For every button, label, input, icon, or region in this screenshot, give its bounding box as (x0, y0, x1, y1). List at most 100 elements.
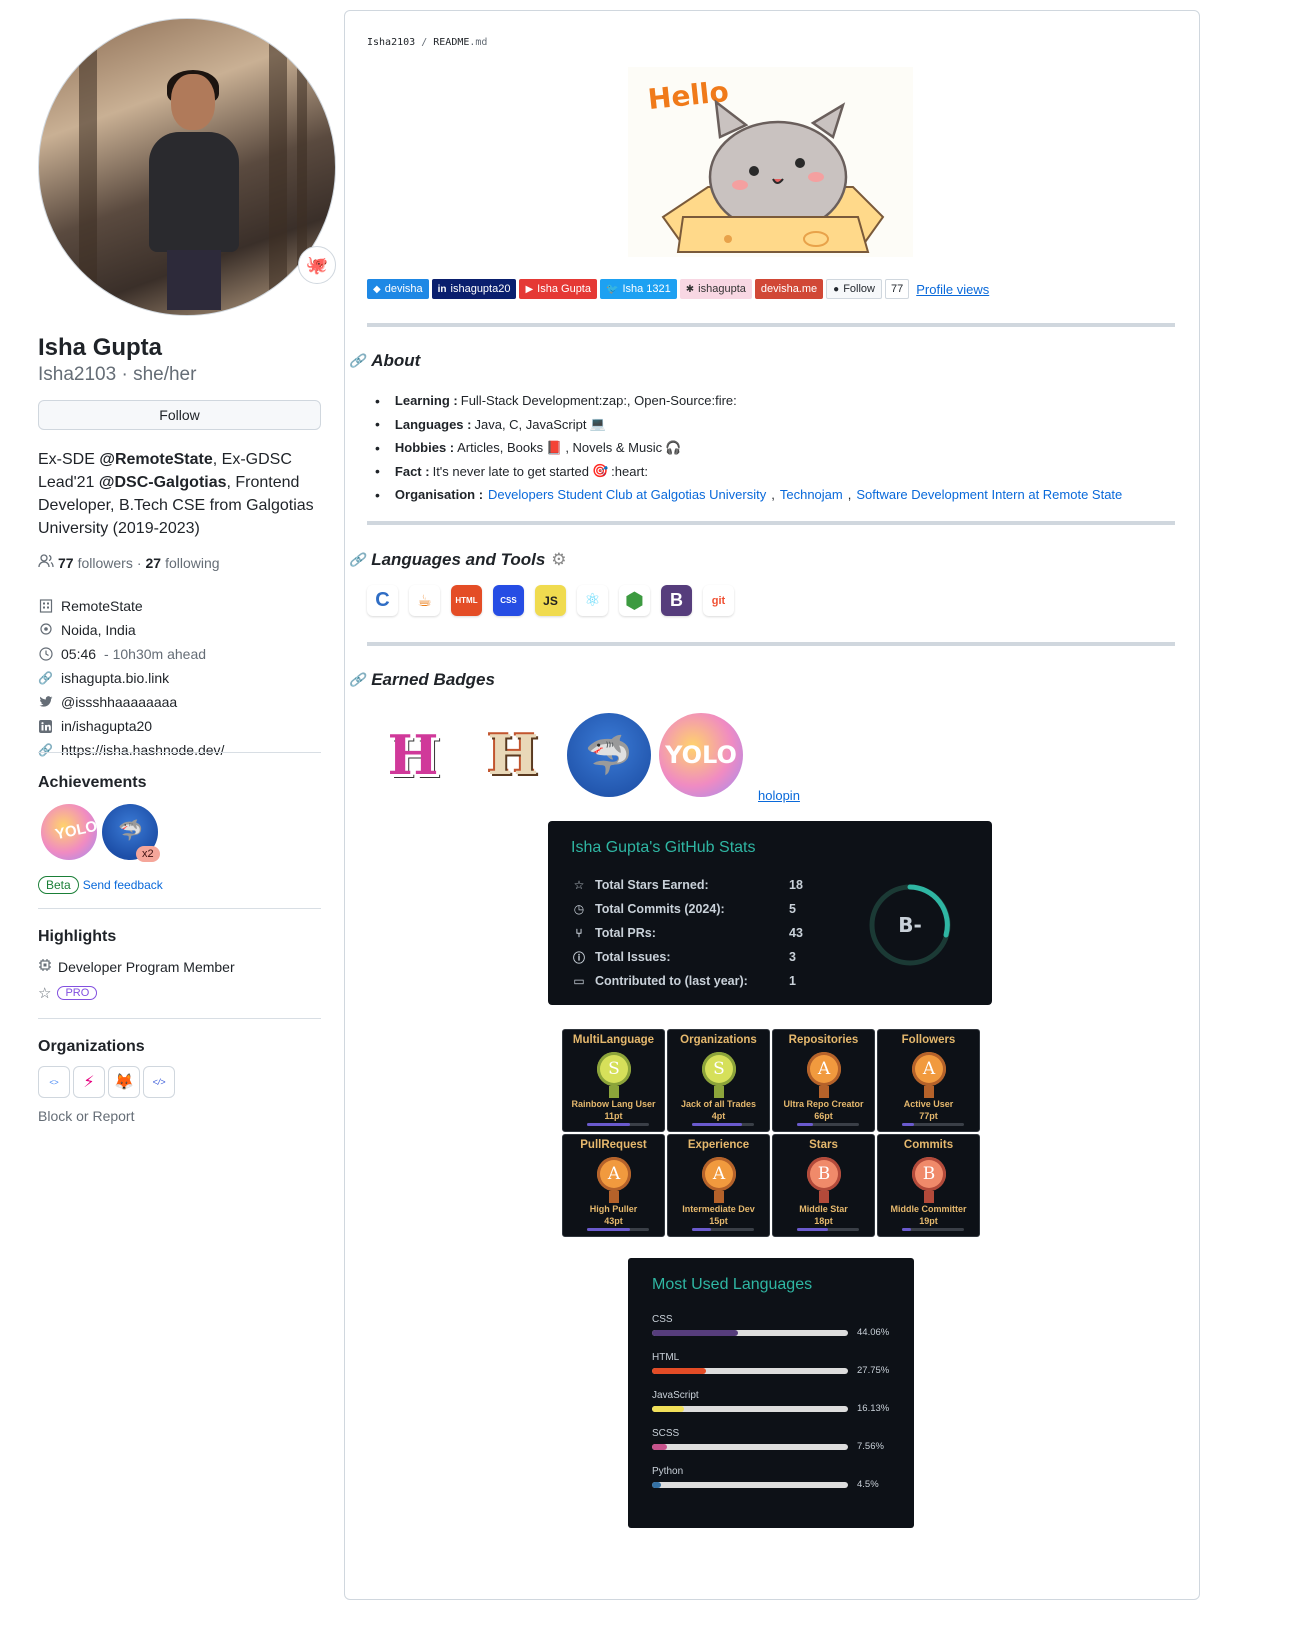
trophy-stem (609, 1191, 619, 1203)
language-percent: 44.06% (857, 1327, 890, 1338)
breadcrumb-file[interactable]: README (433, 37, 469, 48)
twitter-icon: 🐦 (606, 283, 619, 295)
info-blog[interactable]: 🔗 https://isha.hashnode.dev/ (38, 738, 328, 762)
issue-icon: ⓘ (572, 950, 585, 965)
youtube-icon: ▶ (525, 283, 534, 295)
pull-shark-badge-icon[interactable]: 🦈 (567, 713, 651, 797)
language-bar-fill (652, 1406, 684, 1412)
organizations-title: Organizations (38, 1038, 145, 1055)
send-feedback-link[interactable]: Send feedback (83, 878, 163, 892)
hacktoberfest-leaf-badge-icon[interactable]: H (467, 709, 559, 801)
language-row: Python 4.5% (652, 1466, 912, 1490)
profile-views-link[interactable]: Profile views (916, 282, 989, 297)
org-flash-icon[interactable]: ⚡ (73, 1066, 105, 1098)
trophy-stem (714, 1191, 724, 1203)
trophy-points: 77pt (919, 1111, 938, 1121)
shield-twitter[interactable]: 🐦 Isha 1321 (600, 279, 677, 299)
following-label[interactable]: following (165, 555, 219, 571)
about-organisation: Organisation :Developers Student Club at… (375, 483, 1175, 507)
profile-handle: Isha2103 · she/her (38, 364, 197, 385)
org-script-icon[interactable]: </> (143, 1066, 175, 1098)
mention-dsc-galgotias[interactable]: @DSC-Galgotias (99, 474, 227, 491)
star-icon: ☆ (38, 985, 52, 1002)
trophy-card: Followers A Active User 77pt (877, 1029, 980, 1132)
octocat-face-icon[interactable]: 🐙 (298, 246, 336, 284)
profile-avatar[interactable] (38, 18, 336, 316)
github-follow-count[interactable]: 77 (885, 279, 910, 299)
followers-label[interactable]: followers (78, 555, 133, 571)
javascript-logo-icon[interactable]: JS (535, 585, 566, 616)
breadcrumb-user[interactable]: Isha2103 (367, 37, 415, 48)
anchor-link-icon[interactable]: 🔗 (349, 672, 365, 688)
anchor-link-icon[interactable]: 🔗 (349, 552, 365, 568)
language-bar-fill (652, 1482, 661, 1488)
follow-button[interactable]: Follow (38, 400, 321, 430)
stats-title: Isha Gupta's GitHub Stats (571, 839, 756, 856)
badges-heading: 🔗 Earned Badges (349, 670, 495, 689)
stat-row: ⑂ Total PRs: 43 (571, 921, 803, 945)
yolo-badge-icon[interactable]: YOLO (659, 713, 743, 797)
trophy-cup-icon: B (807, 1157, 841, 1191)
language-name: SCSS (652, 1428, 680, 1439)
profile-name: Isha Gupta (38, 334, 163, 361)
following-count[interactable]: 27 (146, 555, 162, 571)
trophy-points: 43pt (604, 1216, 623, 1226)
shield-ishagupta[interactable]: ✱ ishagupta (679, 279, 752, 299)
language-bar-track (652, 1330, 848, 1336)
org-link-remotestate[interactable]: Software Development Intern at Remote St… (856, 487, 1122, 502)
shield-linkedin[interactable]: in ishagupta20 (431, 279, 517, 299)
info-location: Noida, India (38, 618, 328, 642)
info-linkedin[interactable]: in/ishagupta20 (38, 714, 328, 738)
shield-devisha[interactable]: ◆ devisha (367, 279, 429, 299)
trophy-card: Organizations S Jack of all Trades 4pt (667, 1029, 770, 1132)
org-link-technojam[interactable]: Technojam (780, 487, 843, 502)
stat-row: ☆ Total Stars Earned: 18 (571, 873, 803, 897)
c-logo-icon[interactable]: C (367, 585, 398, 616)
trophy-subtitle: Intermediate Dev (682, 1204, 755, 1214)
achievements-title[interactable]: Achievements (38, 774, 147, 792)
language-name: JavaScript (652, 1390, 699, 1401)
mention-remotestate[interactable]: @RemoteState (99, 451, 212, 468)
org-dsc-icon[interactable]: <> (38, 1066, 70, 1098)
org-fox-icon[interactable]: 🦊 (108, 1066, 140, 1098)
trophy-title: Stars (809, 1139, 838, 1151)
github-follow-button[interactable]: ● Follow (826, 279, 882, 299)
block-or-report-link[interactable]: Block or Report (38, 1108, 134, 1124)
trophy-points: 18pt (814, 1216, 833, 1226)
trophy-subtitle: High Puller (589, 1204, 638, 1214)
react-logo-icon[interactable]: ⚛ (577, 585, 608, 616)
headphones-icon: 🎧 (665, 439, 682, 455)
org-link-dsc[interactable]: Developers Student Club at Galgotias Uni… (488, 487, 766, 502)
java-logo-icon[interactable]: ☕ (409, 585, 440, 616)
info-website[interactable]: 🔗 ishagupta.bio.link (38, 666, 328, 690)
followers-count[interactable]: 77 (58, 555, 74, 571)
trophy-title: Commits (903, 1139, 954, 1151)
trophy-card: Stars B Middle Star 18pt (772, 1134, 875, 1237)
trophy-subtitle: Rainbow Lang User (571, 1099, 656, 1109)
language-row: JavaScript 16.13% (652, 1390, 912, 1414)
shield-devisha-me[interactable]: devisha.me (754, 279, 824, 299)
bootstrap-logo-icon[interactable]: B (661, 585, 692, 616)
trophy-points: 15pt (709, 1216, 728, 1226)
nodejs-logo-icon[interactable]: ⬢ (619, 585, 650, 616)
language-bar-fill (652, 1368, 707, 1374)
twitter-icon (38, 695, 53, 710)
hacktoberfest-badge-icon[interactable]: H (367, 709, 459, 801)
css3-logo-icon[interactable]: CSS (493, 585, 524, 616)
about-list: Learning :Full-Stack Development:zap:, O… (375, 389, 1175, 507)
holopin-link[interactable]: holopin (758, 788, 800, 803)
divider (367, 642, 1175, 646)
trophy-title: PullRequest (580, 1139, 647, 1151)
language-percent: 4.5% (857, 1479, 879, 1490)
shield-youtube[interactable]: ▶ Isha Gupta (519, 279, 597, 299)
info-twitter[interactable]: @issshhaaaaaaaa (38, 690, 328, 714)
html5-logo-icon[interactable]: HTML (451, 585, 482, 616)
link-icon: 🔗 (38, 743, 53, 757)
highlight-pro: ☆ PRO (38, 984, 98, 1002)
breadcrumb: Isha2103 / README.md (367, 37, 488, 48)
git-logo-icon[interactable]: git (703, 585, 734, 616)
hello-cat-gif: Hello (628, 67, 913, 257)
divider (38, 908, 321, 909)
anchor-link-icon[interactable]: 🔗 (349, 353, 365, 369)
yolo-achievement-icon[interactable]: YOLO (41, 804, 99, 860)
